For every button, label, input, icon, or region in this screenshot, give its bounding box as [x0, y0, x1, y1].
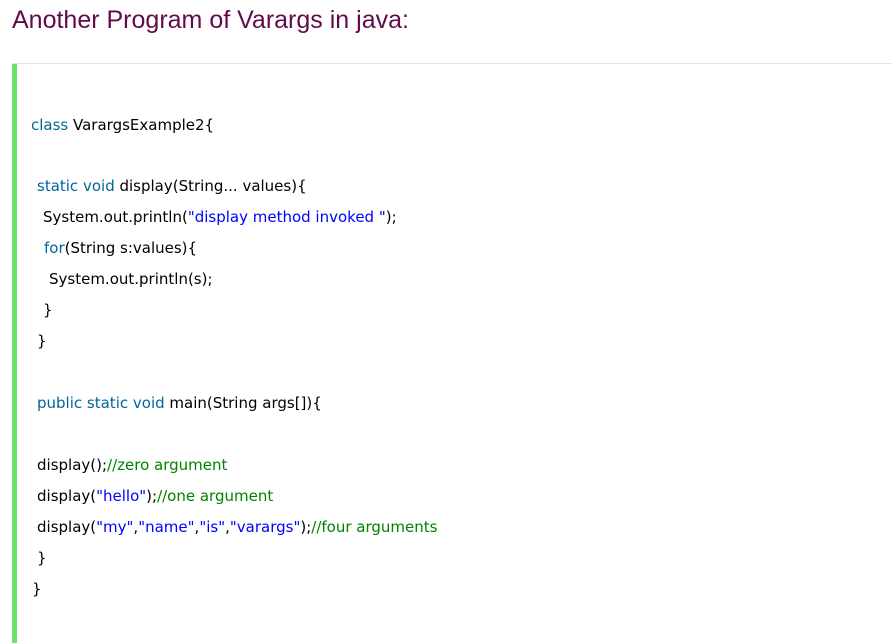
code-token-cmt: //one argument [157, 487, 274, 505]
code-token-str: "name" [138, 518, 195, 536]
code-line: public static void main(String args[]){ [37, 393, 322, 413]
code-token-plain: VarargsExample2{ [68, 116, 215, 134]
code-line: } [37, 331, 47, 351]
code-token-kw: public [37, 394, 83, 412]
code-token-kw: void [132, 394, 165, 412]
code-line: static void display(String... values){ [37, 176, 307, 196]
code-token-plain: ); [146, 487, 158, 505]
code-line: } [37, 548, 47, 568]
code-token-plain: main(String args[]){ [164, 394, 322, 412]
code-token-str: "hello" [96, 487, 147, 505]
code-block: class VarargsExample2{ static void displa… [12, 64, 892, 643]
code-token-str: "my" [96, 518, 134, 536]
code-line: System.out.println("display method invok… [43, 207, 397, 227]
section-heading: Another Program of Varargs in java: [12, 6, 409, 34]
code-line: } [32, 579, 42, 599]
code-token-plain: System.out.println(s); [49, 270, 213, 288]
code-token-plain: } [43, 301, 53, 319]
code-token-plain: ); [300, 518, 312, 536]
code-token-kw: static [37, 177, 79, 195]
code-token-kw: for [44, 239, 65, 257]
code-line: display();//zero argument [37, 455, 227, 475]
code-line: for(String s:values){ [44, 238, 197, 258]
code-token-kw: void [82, 177, 115, 195]
code-token-str: "is" [199, 518, 226, 536]
page: Another Program of Varargs in java: clas… [0, 0, 892, 643]
code-token-plain: display( [37, 518, 97, 536]
code-token-str: "varargs" [229, 518, 301, 536]
code-token-plain: } [32, 580, 42, 598]
code-token-str: "display method invoked " [187, 208, 386, 226]
code-line: display("my","name","is","varargs");//fo… [37, 517, 437, 537]
code-token-kw: class [31, 116, 69, 134]
code-token-cmt: //zero argument [107, 456, 228, 474]
code-token-plain: } [37, 549, 47, 567]
code-token-plain: display( [37, 487, 97, 505]
code-token-plain: ); [385, 208, 397, 226]
code-line: class VarargsExample2{ [31, 115, 214, 135]
code-line: display("hello");//one argument [37, 486, 273, 506]
code-token-kw: static [86, 394, 129, 412]
code-token-plain: System.out.println( [43, 208, 188, 226]
code-token-plain: } [37, 332, 47, 350]
code-token-plain: display(String... values){ [114, 177, 307, 195]
code-line: } [43, 300, 53, 320]
code-line: System.out.println(s); [49, 269, 213, 289]
code-token-plain: (String s:values){ [64, 239, 198, 257]
code-token-plain: display(); [37, 456, 108, 474]
code-token-cmt: //four arguments [311, 518, 438, 536]
